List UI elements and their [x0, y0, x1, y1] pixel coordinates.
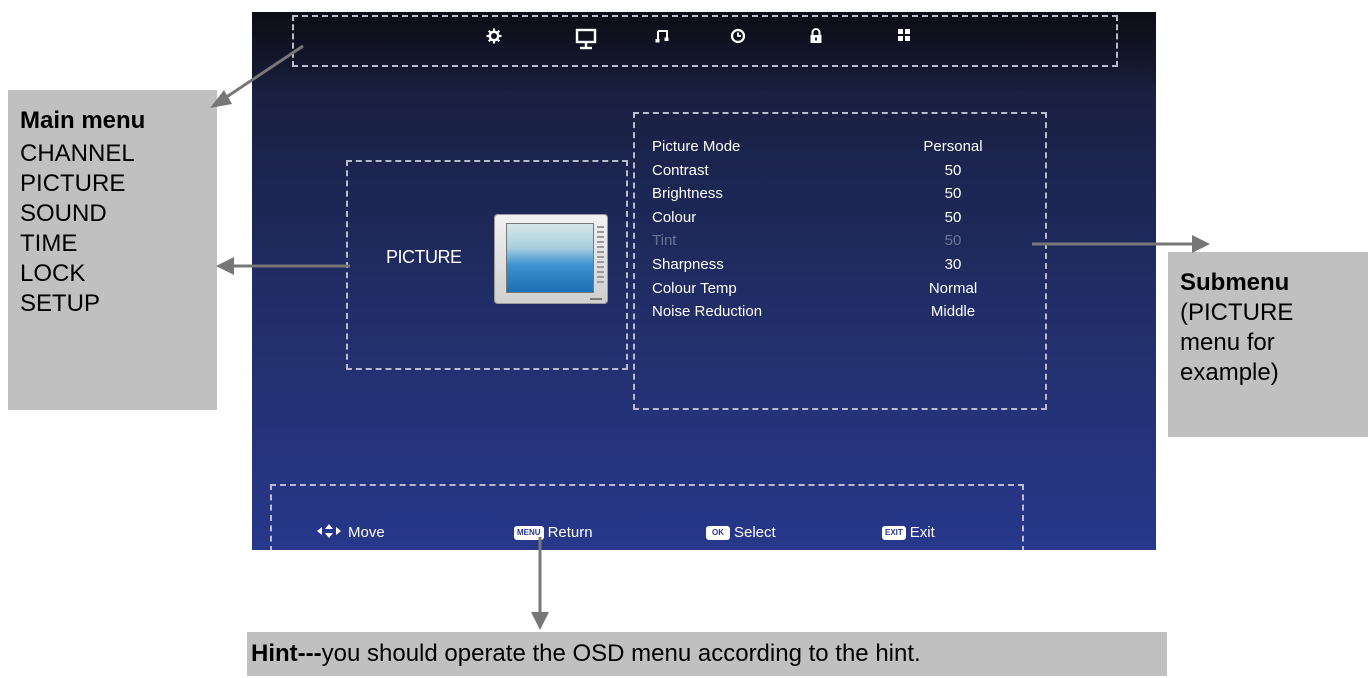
- arrow-head: [531, 612, 549, 630]
- annotation-arrows: [210, 44, 1210, 630]
- arrow-line: [221, 44, 304, 102]
- arrow-head: [1192, 235, 1210, 253]
- arrow-head: [210, 90, 232, 108]
- arrow-head: [216, 257, 234, 275]
